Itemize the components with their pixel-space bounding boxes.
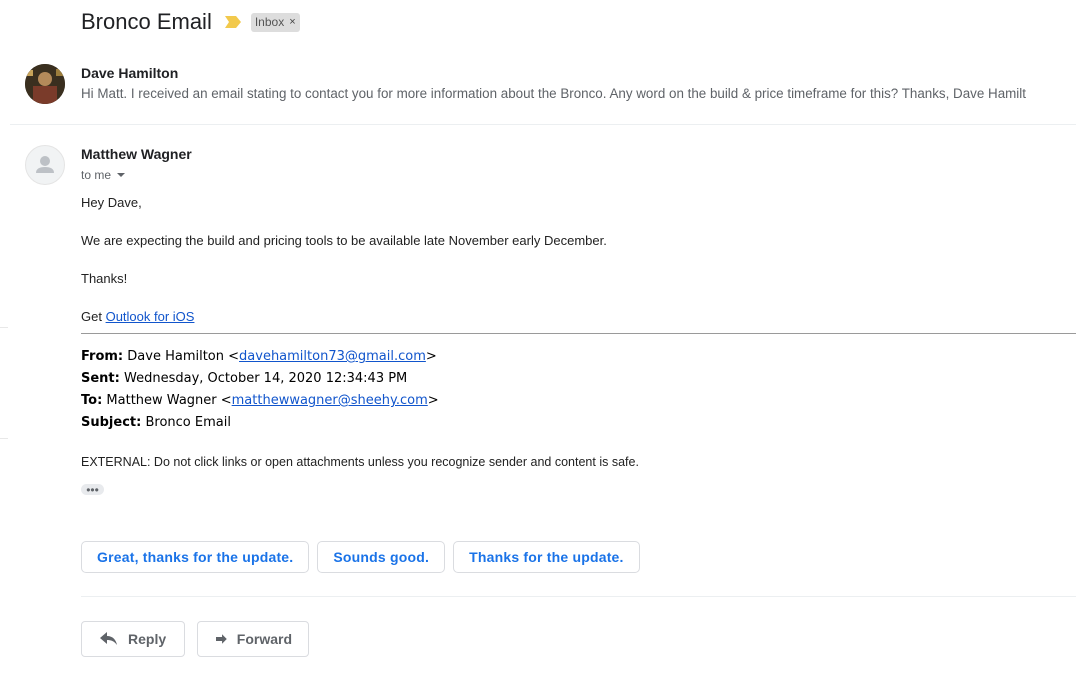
message-snippet: Hi Matt. I received an email stating to … [81, 86, 1026, 101]
label-text: Inbox [254, 15, 285, 29]
forwarded-subject: Subject: Bronco Email [81, 415, 231, 430]
sent-value: Wednesday, October 14, 2020 12:34:43 PM [119, 371, 408, 386]
to-name: Matthew Wagner < [102, 393, 232, 408]
sender-photo-icon [25, 64, 65, 104]
to-label: To: [81, 393, 103, 408]
reply-button[interactable]: Reply [81, 621, 185, 657]
message-divider [10, 124, 1076, 125]
sent-label: Sent: [81, 371, 120, 386]
smart-reply-button[interactable]: Thanks for the update. [453, 541, 640, 573]
from-close: > [425, 349, 437, 364]
inbox-label-chip[interactable]: Inbox × [250, 12, 300, 32]
message-actions: Reply Forward [81, 621, 321, 657]
body-signoff: Thanks! [81, 271, 128, 286]
body-get-outlook: Get Outlook for iOS [81, 309, 194, 324]
reply-label: Reply [128, 631, 167, 647]
remove-label-icon[interactable]: × [289, 16, 295, 28]
avatar[interactable] [25, 145, 65, 185]
collapsed-message[interactable]: Dave Hamilton Hi Matt. I received an ema… [81, 65, 1071, 101]
sender-name: Dave Hamilton [81, 65, 179, 81]
from-email-link[interactable]: davehamilton73@gmail.com [239, 349, 426, 364]
default-person-icon [36, 156, 54, 173]
recipient-details-toggle[interactable]: to me [81, 168, 1076, 182]
body-text: We are expecting the build and pricing t… [81, 233, 607, 248]
reply-icon [100, 632, 117, 645]
outlook-ios-link[interactable]: Outlook for iOS [106, 309, 195, 324]
from-label: From: [81, 349, 124, 364]
to-email-link[interactable]: matthewwagner@sheehy.com [232, 393, 428, 408]
forwarded-to: To: Matthew Wagner <matthewwagner@sheehy… [81, 393, 439, 408]
forward-label: Forward [236, 631, 292, 647]
forward-button[interactable]: Forward [197, 621, 309, 657]
recipient-label: to me [81, 168, 112, 182]
edge-divider [0, 438, 8, 439]
body-greeting: Hey Dave, [81, 195, 142, 210]
smart-reply-row: Great, thanks for the update. Sounds goo… [81, 541, 648, 573]
importance-marker-icon[interactable] [224, 16, 241, 28]
get-prefix: Get [81, 309, 106, 324]
sender-name: Matthew Wagner [81, 146, 192, 162]
show-trimmed-content-button[interactable]: ••• [81, 484, 104, 496]
thread-subject: Bronco Email [81, 9, 212, 34]
forward-icon [216, 634, 227, 644]
forward-separator [81, 333, 1076, 334]
external-warning: EXTERNAL: Do not click links or open att… [81, 455, 639, 469]
subject-value: Bronco Email [141, 415, 231, 430]
actions-divider [81, 596, 1076, 597]
subject-label: Subject: [81, 415, 142, 430]
chevron-down-icon[interactable] [117, 173, 126, 177]
avatar[interactable] [25, 64, 65, 104]
to-close: > [427, 393, 439, 408]
edge-divider [0, 327, 8, 328]
smart-reply-button[interactable]: Great, thanks for the update. [81, 541, 310, 573]
forwarded-sent: Sent: Wednesday, October 14, 2020 12:34:… [81, 371, 407, 386]
smart-reply-button[interactable]: Sounds good. [317, 541, 446, 573]
forwarded-from: From: Dave Hamilton <davehamilton73@gmai… [81, 349, 437, 364]
expanded-message-header: Matthew Wagner to me [81, 146, 1076, 182]
thread-header: Bronco Email Inbox × [81, 8, 300, 36]
from-name: Dave Hamilton < [123, 349, 240, 364]
